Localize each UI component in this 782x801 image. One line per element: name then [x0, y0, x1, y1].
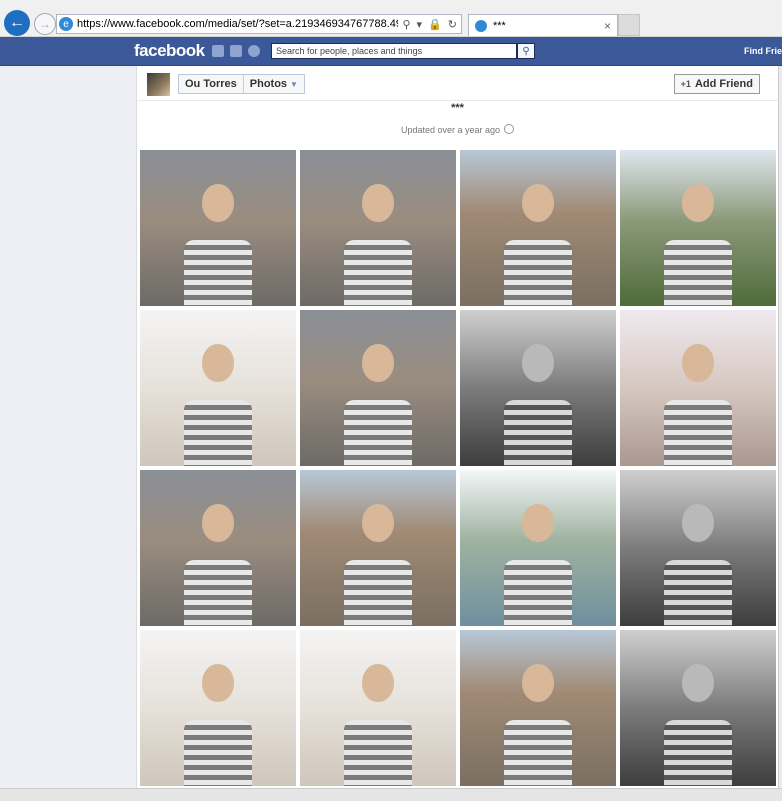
forward-arrow-icon[interactable]: →: [34, 13, 56, 35]
photo-subject-shirt: [503, 720, 573, 786]
photo-subject-head: [522, 344, 554, 382]
photos-label: Photos: [249, 78, 288, 90]
left-column: [0, 66, 136, 788]
photo-subject-head: [362, 184, 394, 222]
facebook-logo[interactable]: facebook: [134, 41, 205, 61]
photo-subject-shirt: [183, 720, 253, 786]
photo-subject-head: [202, 664, 234, 702]
photo-thumbnail[interactable]: [620, 150, 776, 306]
photo-subject-head: [362, 504, 394, 542]
photo-thumbnail[interactable]: [300, 150, 456, 306]
globe-icon: [504, 124, 515, 134]
search-button[interactable]: ⚲: [517, 43, 535, 59]
photo-subject-shirt: [343, 560, 413, 626]
photo-subject-head: [522, 184, 554, 222]
refresh-icon[interactable]: ↻: [448, 18, 457, 31]
photo-subject-shirt: [503, 240, 573, 306]
photo-thumbnail[interactable]: [620, 470, 776, 626]
photo-thumbnail[interactable]: [140, 630, 296, 786]
photo-subject-shirt: [663, 560, 733, 626]
close-tab-icon[interactable]: ×: [604, 19, 611, 33]
photo-subject-shirt: [183, 560, 253, 626]
photo-subject-shirt: [343, 240, 413, 306]
photo-thumbnail[interactable]: [140, 150, 296, 306]
photo-grid: [140, 150, 776, 786]
photo-thumbnail[interactable]: [300, 310, 456, 466]
ie-icon: [475, 19, 487, 32]
add-friend-label: Add Friend: [694, 78, 753, 90]
photo-subject-head: [362, 664, 394, 702]
breadcrumb: Ou Torres Photos ▼: [178, 74, 305, 94]
avatar[interactable]: [147, 72, 170, 96]
photo-thumbnail[interactable]: [300, 630, 456, 786]
photo-subject-head: [682, 344, 714, 382]
photo-subject-head: [522, 664, 554, 702]
photo-subject-shirt: [183, 400, 253, 466]
browser-status-bar: [0, 788, 782, 801]
tab-title: ***: [493, 19, 506, 32]
photo-thumbnail[interactable]: [620, 310, 776, 466]
facebook-header: facebook Search for people, places and t…: [0, 37, 782, 66]
chevron-down-icon: ▼: [290, 80, 298, 89]
browser-toolbar: ← → e https://www.facebook.com/media/set…: [0, 0, 782, 37]
photo-thumbnail[interactable]: [300, 470, 456, 626]
messages-icon[interactable]: [230, 45, 242, 57]
photo-subject-head: [682, 184, 714, 222]
profile-breadcrumb-row: Ou Torres Photos ▼: [147, 72, 305, 96]
photo-subject-head: [682, 664, 714, 702]
photo-subject-head: [682, 504, 714, 542]
browser-tab[interactable]: *** ×: [468, 14, 618, 36]
photo-subject-shirt: [503, 560, 573, 626]
album-title: ***: [451, 102, 464, 114]
photo-thumbnail[interactable]: [460, 630, 616, 786]
dropdown-icon[interactable]: ▾: [417, 18, 423, 31]
add-friend-button[interactable]: +1 Add Friend: [673, 74, 760, 94]
photo-thumbnail[interactable]: [460, 310, 616, 466]
photo-subject-shirt: [663, 400, 733, 466]
photo-thumbnail[interactable]: [460, 470, 616, 626]
friend-requests-icon[interactable]: [212, 45, 224, 57]
photo-thumbnail[interactable]: [140, 310, 296, 466]
add-friend-icon: +1: [680, 79, 691, 89]
album-updated-text: Updated over a year ago: [137, 124, 778, 135]
photo-subject-shirt: [343, 720, 413, 786]
photo-subject-head: [202, 344, 234, 382]
photo-subject-shirt: [343, 400, 413, 466]
photo-subject-head: [202, 184, 234, 222]
url-text: https://www.facebook.com/media/set/?set=…: [77, 18, 398, 30]
ie-icon: e: [59, 17, 73, 31]
divider: [137, 100, 778, 101]
back-arrow-icon[interactable]: ←: [4, 10, 30, 36]
photos-menu[interactable]: Photos ▼: [242, 75, 304, 93]
updated-label: Updated over a year ago: [400, 125, 501, 135]
search-input[interactable]: Search for people, places and things: [271, 43, 517, 59]
photo-subject-head: [362, 344, 394, 382]
new-tab-button[interactable]: [618, 14, 640, 36]
photo-subject-head: [522, 504, 554, 542]
photo-subject-shirt: [663, 720, 733, 786]
profile-name-link[interactable]: Ou Torres: [179, 75, 243, 93]
photo-subject-shirt: [183, 240, 253, 306]
notifications-icon[interactable]: [248, 45, 260, 57]
photo-subject-shirt: [503, 400, 573, 466]
photo-thumbnail[interactable]: [460, 150, 616, 306]
album-content: Ou Torres Photos ▼ +1 Add Friend *** Upda…: [136, 66, 779, 788]
photo-thumbnail[interactable]: [140, 470, 296, 626]
photo-subject-shirt: [663, 240, 733, 306]
find-friends-link[interactable]: Find Frie: [744, 46, 782, 56]
lock-icon[interactable]: 🔒: [428, 18, 442, 31]
address-bar[interactable]: e https://www.facebook.com/media/set/?se…: [56, 14, 462, 34]
photo-thumbnail[interactable]: [620, 630, 776, 786]
photo-subject-head: [202, 504, 234, 542]
search-icon[interactable]: ⚲: [402, 18, 410, 31]
